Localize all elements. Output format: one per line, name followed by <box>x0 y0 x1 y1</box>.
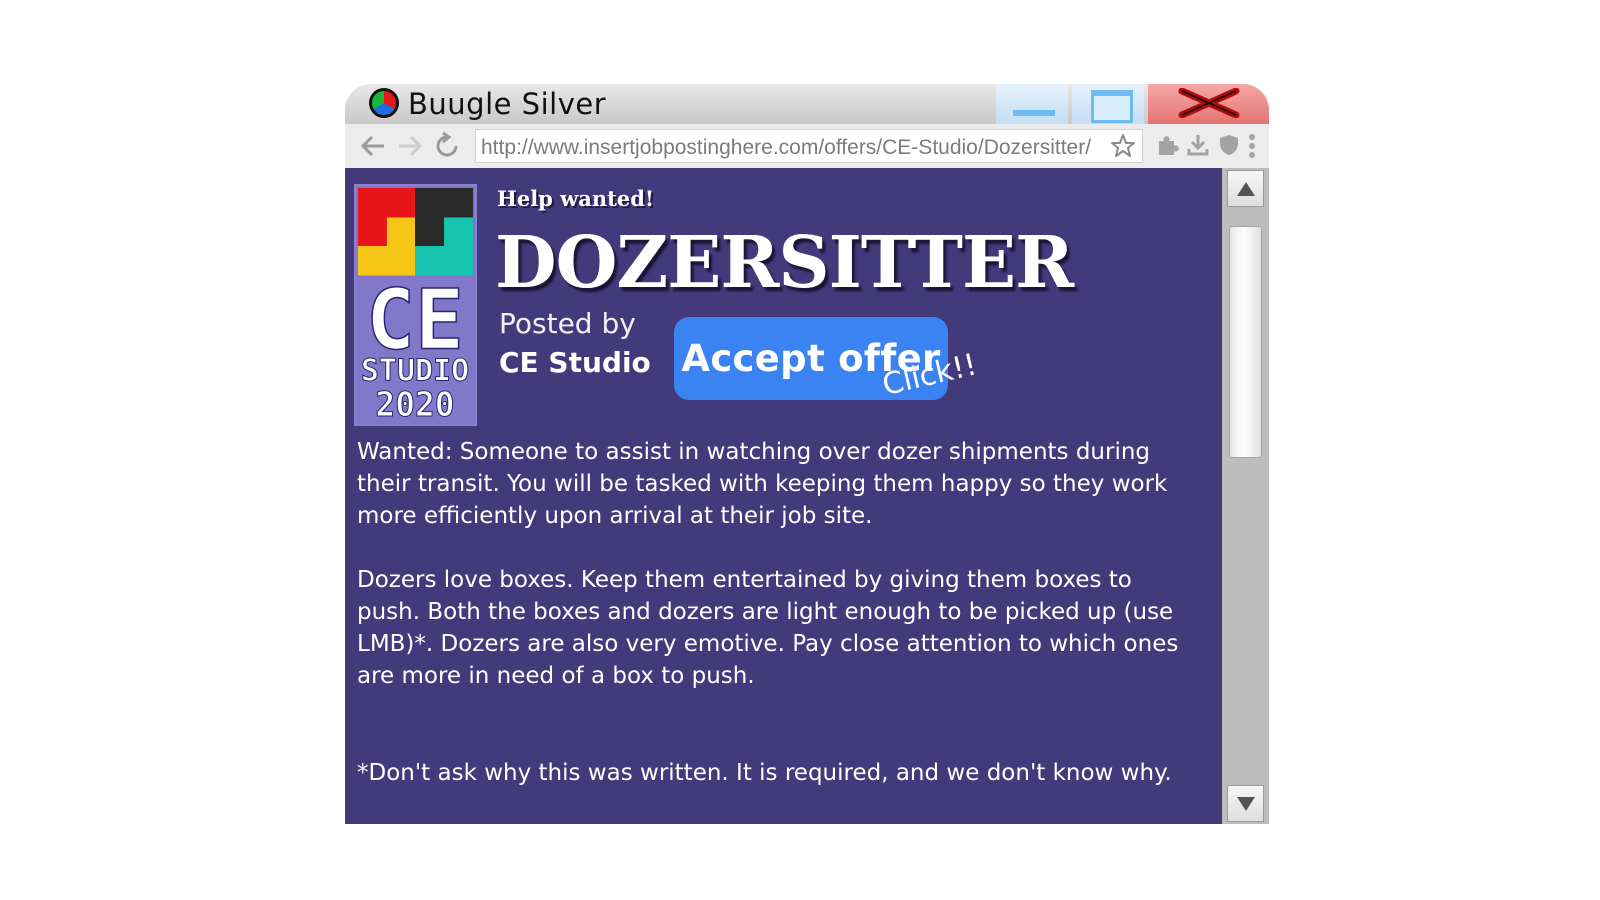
job-title: DOZERSITTER <box>495 220 1074 304</box>
window-title: Buugle Silver <box>408 87 607 121</box>
description-paragraph: Dozers love boxes. Keep them entertained… <box>357 567 1179 689</box>
page-content: CE STUDIO 2020 Help wanted! DOZERSITTER … <box>345 168 1222 824</box>
shield-icon[interactable] <box>1218 133 1240 157</box>
vertical-scrollbar[interactable] <box>1222 168 1269 824</box>
browser-toolbar: http://www.insertjobpostinghere.com/offe… <box>345 124 1269 169</box>
help-wanted-label: Help wanted! <box>497 186 655 211</box>
maximize-icon <box>1091 90 1133 123</box>
maximize-button[interactable] <box>1072 84 1144 124</box>
download-icon[interactable] <box>1186 133 1210 157</box>
triangle-up-icon <box>1237 182 1255 196</box>
back-arrow-icon[interactable] <box>358 131 388 161</box>
title-bar[interactable]: Buugle Silver <box>345 84 1269 124</box>
footnote: *Don't ask why this was written. It is r… <box>357 760 1172 786</box>
minimize-icon <box>1013 110 1055 116</box>
close-x-icon <box>1178 88 1240 118</box>
scroll-up-button[interactable] <box>1227 170 1264 207</box>
address-bar[interactable]: http://www.insertjobpostinghere.com/offe… <box>475 129 1143 163</box>
url-text: http://www.insertjobpostinghere.com/offe… <box>481 136 1092 159</box>
scrollbar-thumb[interactable] <box>1229 226 1262 458</box>
triangle-down-icon <box>1237 797 1255 811</box>
scroll-down-button[interactable] <box>1227 785 1264 822</box>
reload-icon[interactable] <box>432 131 462 161</box>
kebab-menu-icon[interactable] <box>1248 133 1256 159</box>
ce-studio-logo: CE STUDIO 2020 <box>354 184 477 426</box>
logo-studio: STUDIO <box>361 354 469 389</box>
minimize-button[interactable] <box>996 84 1068 124</box>
close-button[interactable] <box>1148 84 1269 124</box>
puzzle-icon[interactable] <box>1155 133 1179 157</box>
browser-window: Buugle Silver http://www.insertjobpostin… <box>345 84 1269 824</box>
forward-arrow-icon[interactable] <box>395 131 425 161</box>
browser-logo-icon <box>369 88 399 118</box>
description-paragraph: Wanted: Someone to assist in watching ov… <box>357 439 1168 529</box>
posted-by-label: Posted by <box>499 307 636 340</box>
poster-name: CE Studio <box>499 346 651 379</box>
logo-year: 2020 <box>375 385 454 424</box>
star-icon[interactable] <box>1110 133 1136 159</box>
